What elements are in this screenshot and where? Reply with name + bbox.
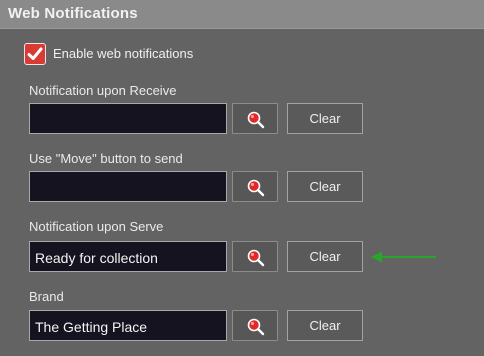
brand-search-button[interactable]	[232, 310, 278, 341]
brand-label: Brand	[29, 289, 64, 304]
enable-notifications-checkbox[interactable]	[24, 43, 46, 65]
search-icon	[247, 318, 265, 336]
move-button-label: Use "Move" button to send	[29, 151, 183, 166]
move-search-button[interactable]	[232, 171, 278, 202]
receive-notification-label: Notification upon Receive	[29, 83, 177, 98]
enable-notifications-label: Enable web notifications	[53, 46, 194, 61]
brand-clear-button[interactable]: Clear	[287, 310, 363, 341]
brand-input[interactable]: The Getting Place	[29, 310, 227, 341]
serve-search-button[interactable]	[232, 241, 278, 272]
move-clear-button[interactable]: Clear	[287, 171, 363, 202]
panel-title: Web Notifications	[8, 5, 138, 22]
search-icon	[247, 179, 265, 197]
serve-notification-label: Notification upon Serve	[29, 219, 164, 234]
move-button-input[interactable]	[29, 171, 227, 202]
panel-header: Web Notifications	[0, 0, 484, 29]
receive-clear-button[interactable]: Clear	[287, 103, 363, 134]
arrow-left-icon	[371, 251, 436, 263]
receive-search-button[interactable]	[232, 103, 278, 134]
serve-clear-button[interactable]: Clear	[287, 241, 363, 272]
serve-notification-input[interactable]: Ready for collection	[29, 241, 227, 272]
receive-notification-input[interactable]	[29, 103, 227, 134]
checkmark-icon	[27, 47, 43, 60]
search-icon	[247, 111, 265, 129]
search-icon	[247, 249, 265, 267]
